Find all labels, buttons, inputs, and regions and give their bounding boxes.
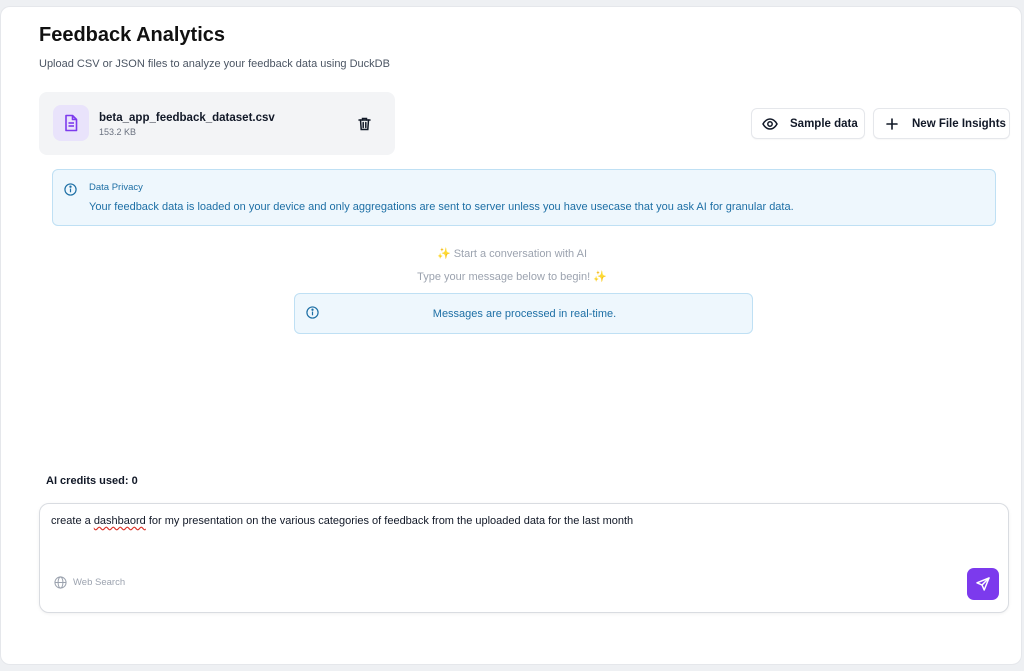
realtime-info-alert: Messages are processed in real-time. — [294, 293, 753, 334]
globe-icon — [54, 576, 67, 589]
ai-credits-used: AI credits used: 0 — [46, 475, 138, 487]
delete-file-button[interactable] — [355, 115, 373, 133]
page-subtitle: Upload CSV or JSON files to analyze your… — [39, 58, 390, 70]
data-privacy-alert: Data Privacy Your feedback data is loade… — [52, 169, 996, 226]
message-composer[interactable]: create a dashbaord for my presentation o… — [39, 503, 1009, 613]
info-icon — [64, 183, 77, 201]
main-panel: Feedback Analytics Upload CSV or JSON fi… — [0, 6, 1022, 665]
new-file-insights-button[interactable]: New File Insights — [873, 108, 1010, 139]
message-text-start: create a — [51, 515, 94, 527]
sample-data-button[interactable]: Sample data — [751, 108, 865, 139]
send-button[interactable] — [967, 568, 999, 600]
file-name: beta_app_feedback_dataset.csv — [99, 112, 275, 124]
data-privacy-text: Your feedback data is loaded on your dev… — [89, 201, 794, 213]
start-conversation-hint: Type your message below to begin! ✨ — [417, 271, 607, 283]
misspelled-word: dashbaord — [93, 515, 146, 527]
file-size: 153.2 KB — [99, 127, 137, 137]
message-input[interactable]: create a dashbaord for my presentation o… — [51, 514, 951, 528]
send-icon — [976, 577, 990, 591]
web-search-label: Web Search — [73, 577, 126, 588]
message-text-end: for my presentation on the various categ… — [145, 515, 634, 527]
start-conversation-text: ✨ Start a conversation with AI — [436, 248, 588, 260]
data-privacy-title: Data Privacy — [89, 182, 143, 193]
file-text-icon — [53, 105, 89, 141]
plus-icon — [886, 117, 898, 130]
sample-data-label: Sample data — [790, 117, 858, 130]
trash-icon — [357, 117, 371, 131]
new-file-insights-label: New File Insights — [912, 117, 1006, 130]
realtime-info-text: Messages are processed in real-time. — [432, 308, 617, 320]
uploaded-file-card: beta_app_feedback_dataset.csv 153.2 KB — [39, 92, 395, 155]
web-search-toggle[interactable]: Web Search — [54, 576, 125, 589]
eye-icon — [762, 117, 778, 130]
page-title: Feedback Analytics — [39, 24, 226, 46]
